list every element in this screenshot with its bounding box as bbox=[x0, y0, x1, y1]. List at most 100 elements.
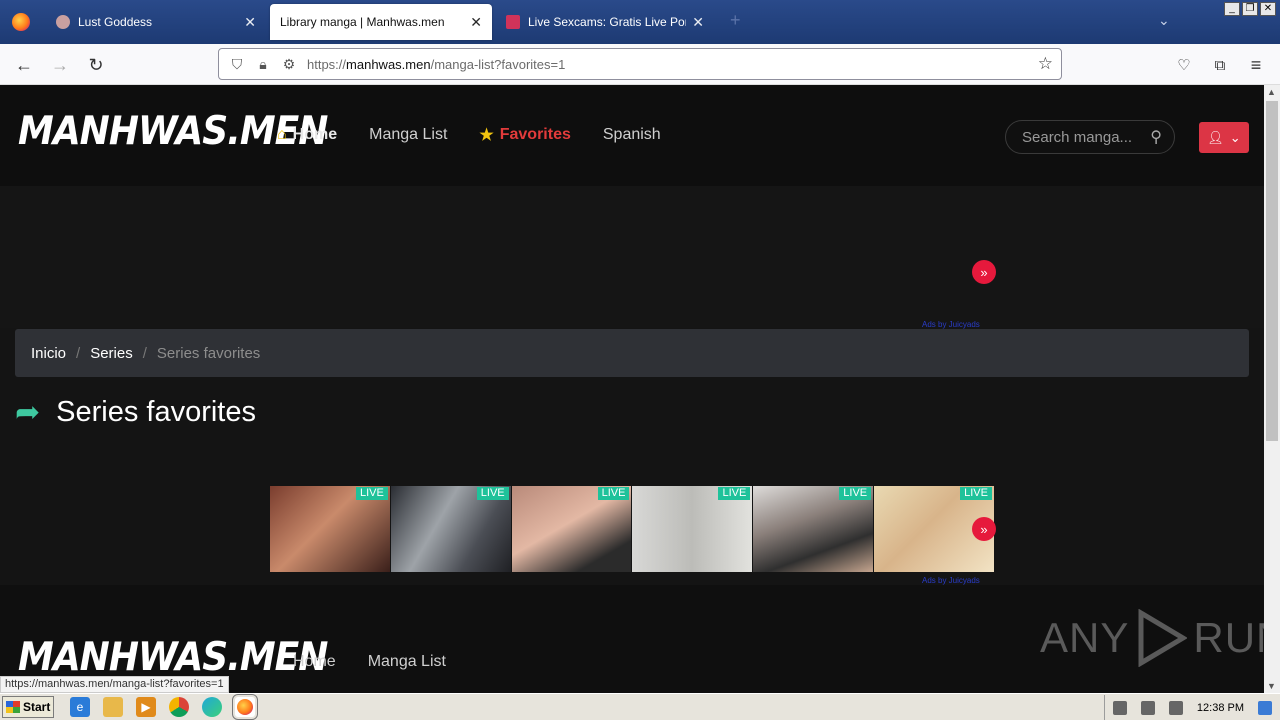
back-icon[interactable]: ← bbox=[11, 52, 37, 78]
lock-icon[interactable]: 🔒︎ bbox=[255, 56, 271, 73]
tab-live-sexcams[interactable]: Live Sexcams: Gratis Live Porn Cha ✕ bbox=[496, 4, 714, 40]
page-heading: ➦ Series favorites bbox=[15, 395, 256, 430]
firefox-taskbar-icon[interactable] bbox=[232, 694, 258, 720]
page-scrollbar[interactable]: ▲ ▼ bbox=[1264, 85, 1280, 693]
forward-icon[interactable]: → bbox=[47, 52, 73, 78]
window-controls: _ ❐ ✕ bbox=[1224, 2, 1276, 16]
tab-favicon bbox=[506, 15, 520, 29]
share-arrow-icon: ➦ bbox=[15, 396, 41, 429]
windows-taskbar: Start e ▶ 12:38 PM bbox=[0, 693, 1280, 720]
hamburger-menu-icon[interactable]: ≡ bbox=[1243, 52, 1269, 78]
chrome-icon[interactable] bbox=[169, 697, 189, 717]
extensions-icon[interactable]: ⧉ bbox=[1207, 52, 1233, 78]
scrollbar-thumb[interactable] bbox=[1266, 101, 1278, 441]
site-header: MANHWAS.MEN ⌂ Home Manga List ★ Favorites … bbox=[0, 85, 1264, 186]
star-icon: ★ bbox=[479, 127, 494, 144]
pocket-icon[interactable]: ♡ bbox=[1171, 52, 1197, 78]
watermark-text: RUN bbox=[1193, 614, 1264, 661]
menu-item-spanish[interactable]: Spanish bbox=[603, 126, 661, 144]
footer-link-home[interactable]: Home bbox=[293, 653, 336, 671]
start-button[interactable]: Start bbox=[2, 696, 54, 718]
live-badge: LIVE bbox=[355, 487, 388, 500]
footer-logo[interactable]: MANHWAS.MEN bbox=[18, 635, 328, 680]
minimize-icon[interactable]: _ bbox=[1224, 2, 1240, 16]
cam-thumbnail[interactable]: LIVE bbox=[511, 486, 632, 572]
user-menu-button[interactable]: 👤︎ ⌄ bbox=[1199, 122, 1249, 153]
menu-item-manga-list[interactable]: Manga List bbox=[369, 126, 447, 144]
menu-label: Spanish bbox=[602, 126, 661, 143]
tab-manhwas[interactable]: Library manga | Manhwas.men ✕ bbox=[270, 4, 492, 40]
folder-icon[interactable] bbox=[103, 697, 123, 717]
ad-next-icon[interactable]: » bbox=[972, 517, 996, 541]
shield-icon[interactable]: ⛉ bbox=[229, 56, 245, 73]
address-bar[interactable]: ⛉ 🔒︎ ⚙ https://manhwas.men/manga-list?fa… bbox=[218, 48, 1062, 80]
volume-icon[interactable] bbox=[1112, 700, 1127, 715]
permissions-icon[interactable]: ⚙ bbox=[281, 56, 297, 73]
cam-thumbnail[interactable]: LIVE bbox=[632, 486, 753, 572]
url-scheme: https:// bbox=[307, 56, 347, 72]
menu-item-home[interactable]: ⌂ Home bbox=[277, 126, 337, 144]
breadcrumb: Inicio / Series / Series favorites bbox=[15, 329, 1249, 377]
live-badge: LIVE bbox=[597, 487, 630, 500]
media-player-icon[interactable]: ▶ bbox=[136, 697, 156, 717]
play-triangle-icon bbox=[1138, 609, 1188, 667]
cam-thumbnail[interactable]: LIVE bbox=[753, 486, 874, 572]
page-title: Series favorites bbox=[56, 396, 256, 428]
live-badge: LIVE bbox=[839, 487, 872, 500]
firefox-icon bbox=[237, 699, 253, 715]
cam-thumbnail[interactable]: LIVE bbox=[270, 486, 390, 572]
clock[interactable]: 12:38 PM bbox=[1197, 702, 1244, 714]
tab-lust-goddess[interactable]: Lust Goddess ✕ bbox=[46, 4, 266, 40]
edge-icon[interactable] bbox=[202, 697, 222, 717]
chevron-down-icon: ⌄ bbox=[1229, 129, 1241, 145]
menu-label: Favorites bbox=[499, 126, 571, 143]
tab-label: Library manga | Manhwas.men bbox=[280, 15, 445, 29]
breadcrumb-separator: / bbox=[142, 344, 147, 362]
restore-icon[interactable]: ❐ bbox=[1242, 2, 1258, 16]
network-icon[interactable] bbox=[1140, 700, 1155, 715]
ad-credit-link[interactable]: Ads by Juicyads bbox=[922, 320, 980, 329]
close-tab-icon[interactable]: ✕ bbox=[692, 14, 704, 31]
close-tab-icon[interactable]: ✕ bbox=[470, 14, 482, 31]
live-cam-ad-strip[interactable]: LIVE LIVE LIVE LIVE LIVE LIVE bbox=[270, 486, 994, 572]
breadcrumb-separator: / bbox=[76, 344, 81, 362]
scroll-up-icon[interactable]: ▲ bbox=[1267, 87, 1276, 97]
live-badge: LIVE bbox=[718, 487, 751, 500]
footer-link-manga-list[interactable]: Manga List bbox=[368, 653, 446, 671]
tab-label: Lust Goddess bbox=[78, 15, 153, 29]
footer-links: Home Manga List bbox=[293, 653, 446, 671]
internet-explorer-icon[interactable]: e bbox=[70, 697, 90, 717]
firefox-icon bbox=[12, 13, 30, 31]
search-icon[interactable]: ⚲ bbox=[1150, 127, 1162, 147]
close-window-icon[interactable]: ✕ bbox=[1260, 2, 1276, 16]
action-center-flag-icon[interactable] bbox=[1168, 700, 1183, 715]
live-badge: LIVE bbox=[960, 487, 992, 500]
cam-thumbnail[interactable]: LIVE bbox=[390, 486, 511, 572]
main-menu: ⌂ Home Manga List ★ Favorites Spanish bbox=[277, 125, 693, 145]
ad-next-icon[interactable]: » bbox=[972, 260, 996, 284]
search-input[interactable]: Search manga... ⚲ bbox=[1005, 120, 1175, 154]
bookmark-star-icon[interactable]: ☆ bbox=[1038, 54, 1053, 74]
close-tab-icon[interactable]: ✕ bbox=[244, 14, 256, 31]
firefox-menu-button[interactable] bbox=[0, 0, 42, 44]
windows-flag-icon bbox=[6, 701, 20, 713]
watermark-text: ANY bbox=[1040, 614, 1130, 661]
user-icon: 👤︎ bbox=[1207, 129, 1224, 145]
show-desktop-icon[interactable] bbox=[1258, 700, 1272, 715]
navigation-toolbar: ← → ↻ ⛉ 🔒︎ ⚙ https://manhwas.men/manga-l… bbox=[0, 44, 1280, 85]
chevron-down-icon[interactable]: ⌄ bbox=[1158, 12, 1170, 29]
system-tray: 12:38 PM bbox=[1103, 695, 1280, 720]
new-tab-icon[interactable]: + bbox=[730, 10, 741, 31]
live-badge: LIVE bbox=[476, 487, 509, 500]
anyrun-watermark: ANY RUN bbox=[1040, 609, 1264, 667]
home-icon: ⌂ bbox=[277, 126, 287, 143]
breadcrumb-series[interactable]: Series bbox=[90, 345, 133, 362]
scroll-down-icon[interactable]: ▼ bbox=[1267, 681, 1276, 691]
start-label: Start bbox=[23, 700, 51, 714]
menu-item-favorites[interactable]: ★ Favorites bbox=[479, 125, 570, 145]
breadcrumb-inicio[interactable]: Inicio bbox=[31, 345, 66, 362]
reload-icon[interactable]: ↻ bbox=[83, 52, 109, 78]
ad-credit-link[interactable]: Ads by Juicyads bbox=[922, 576, 980, 585]
url-path: /manga-list?favorites=1 bbox=[430, 56, 566, 72]
ad-banner-top[interactable]: » Ads by Juicyads bbox=[0, 186, 1264, 329]
